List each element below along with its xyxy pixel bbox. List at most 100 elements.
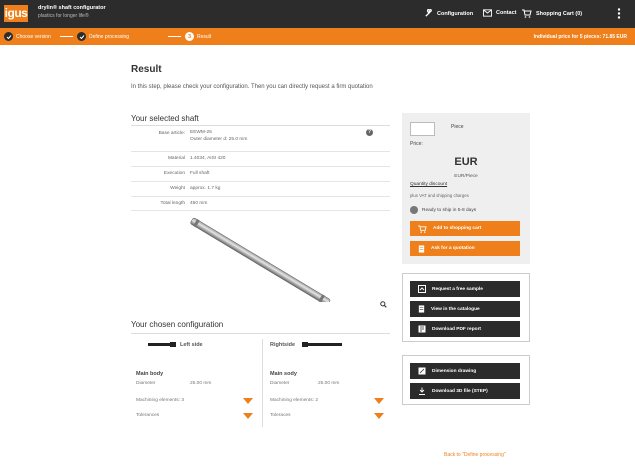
right-diameter-value: 25.00 mm <box>318 381 340 386</box>
spec-row-base-article: Base article: EEWM-25 Outer diameter d: … <box>131 128 390 151</box>
spec-value: 1.4034, AISI 420 <box>190 156 226 161</box>
spec-row-material: Material 1.4034, AISI 420 <box>131 151 390 166</box>
expand-arrow-icon[interactable] <box>374 398 384 404</box>
left-diameter-value: 25.00 mm <box>190 381 212 386</box>
left-end-shaft-icon <box>148 342 176 347</box>
column-divider <box>262 339 263 427</box>
download-3d-icon <box>419 387 425 395</box>
help-icon[interactable]: ? <box>366 129 373 136</box>
price-per-piece: EUR/Piece <box>454 174 478 179</box>
spec-row-execution: Execution Full shaft <box>131 166 390 181</box>
left-diameter-label: Diameter <box>136 381 156 386</box>
left-side-label: Left side <box>180 342 203 348</box>
left-tolerances[interactable]: Tolerances <box>136 413 159 418</box>
spec-value: approx. 1.7 kg <box>190 186 221 191</box>
download-pdf-label: Download PDF report <box>432 326 482 332</box>
step-label: Result <box>197 33 212 40</box>
nav-shopping-cart-label: Shopping Cart (0) <box>536 10 583 17</box>
right-machining-elements[interactable]: Machining elements: 2 <box>270 398 318 403</box>
spec-label: Weight <box>170 186 185 191</box>
nav-configuration-label: Configuration <box>437 10 474 17</box>
quantity-discount-link[interactable]: Quantity discount <box>410 182 447 187</box>
price-currency: EUR <box>454 156 478 168</box>
individual-price-note: Individual price for 5 pieces: 71.85 EUR <box>533 34 627 40</box>
expand-arrow-icon[interactable] <box>243 413 253 419</box>
pdf-icon <box>418 325 426 333</box>
shaft-illustration <box>190 217 331 302</box>
spec-value-detail: Outer diameter d: 25.0 mm <box>190 137 248 142</box>
expand-arrow-icon[interactable] <box>243 398 253 404</box>
intro-text: In this step, please check your configur… <box>131 84 373 90</box>
divider <box>131 333 390 334</box>
igus-logo[interactable]: igus <box>4 5 28 22</box>
spec-label: Material <box>167 156 185 161</box>
expand-arrow-icon[interactable] <box>374 413 384 419</box>
ask-quotation-label: Ask for a quotation <box>431 246 475 251</box>
app-subtitle: plastics for longer life® <box>38 13 89 19</box>
spec-row-weight: Weight approx. 1.7 kg <box>131 181 390 196</box>
download-step-button[interactable]: Download 3D file (STEP) <box>410 383 520 399</box>
spec-value: Full shaft <box>190 171 210 176</box>
step-connector <box>60 36 73 37</box>
step-connector <box>168 36 181 37</box>
spec-label: Total length <box>160 201 185 206</box>
app-title: drylin® shaft configurator <box>38 5 106 11</box>
kebab-menu-icon[interactable] <box>617 8 621 19</box>
cart-icon <box>522 9 532 18</box>
right-end-shaft-icon <box>302 342 342 347</box>
right-side-label: Rightside <box>270 342 296 348</box>
zoom-icon[interactable] <box>380 301 387 308</box>
check-icon <box>77 32 86 41</box>
step-label: Define processing <box>89 33 130 40</box>
top-bar: igus drylin® shaft configurator plastics… <box>0 0 635 28</box>
right-main-body-label: Main sody <box>270 371 297 377</box>
right-tolerances[interactable]: Toleraces <box>270 413 291 418</box>
step-bar: Choose version Define processing 3 Resul… <box>0 28 635 45</box>
dimension-drawing-label: Dimension drawing <box>432 368 477 374</box>
quantity-input[interactable] <box>410 122 435 136</box>
spec-value: EEWM-25 <box>190 130 212 135</box>
nav-shopping-cart[interactable]: Shopping Cart (0) <box>522 9 582 18</box>
shipping-status-label: Ready to ship in 5-8 days <box>422 207 477 213</box>
back-to-define-processing-link[interactable]: Back to "Define processing" <box>444 452 506 458</box>
vat-note: plus VAT and shipping charges <box>410 193 469 198</box>
spec-value: 450 mm <box>190 201 208 206</box>
spec-label: Execution <box>163 171 185 176</box>
step-define-processing[interactable]: Define processing <box>77 32 129 41</box>
left-main-body-label: Main body <box>136 371 164 377</box>
chosen-configuration-heading: Your chosen configuration <box>131 320 224 329</box>
download-step-label: Download 3D file (STEP) <box>432 388 488 394</box>
request-sample-button[interactable]: Request a free sample <box>410 281 520 297</box>
divider <box>131 125 390 126</box>
nav-contact[interactable]: Contact <box>483 9 516 17</box>
mail-icon <box>483 9 492 17</box>
page-title: Result <box>131 64 162 75</box>
check-icon <box>4 32 13 41</box>
add-to-cart-label: Add to shopping cart <box>433 226 482 231</box>
dimension-drawing-button[interactable]: Dimension drawing <box>410 363 520 379</box>
spec-label: Base article: <box>158 131 185 136</box>
nav-configuration[interactable]: Configuration <box>424 9 473 18</box>
right-diameter-label: Diameter <box>270 381 290 386</box>
request-sample-label: Request a free sample <box>432 286 483 292</box>
step-choose-version[interactable]: Choose version <box>4 32 51 41</box>
wrench-icon <box>425 9 432 17</box>
clock-icon <box>410 206 418 214</box>
download-pdf-button[interactable]: Download PDF report <box>410 321 520 337</box>
step-number: 3 <box>185 32 194 41</box>
document-icon <box>418 244 425 253</box>
add-to-cart-button[interactable]: Add to shopping cart <box>410 221 520 236</box>
nav-contact-label: Contact <box>496 10 517 16</box>
catalogue-icon <box>418 305 425 313</box>
shipping-status: Ready to ship in 5-8 days <box>410 206 476 214</box>
step-result[interactable]: 3 Result <box>185 32 211 41</box>
ask-quotation-button[interactable]: Ask for a quotation <box>410 241 520 256</box>
sample-icon <box>418 285 426 293</box>
drawing-icon <box>418 367 426 375</box>
left-machining-elements[interactable]: Machining elements: 3 <box>136 398 184 403</box>
step-label: Choose version <box>16 33 51 40</box>
cart-icon <box>418 224 427 233</box>
piece-label: Piece <box>451 124 464 130</box>
spec-row-total-length: Total length 450 mm <box>131 196 390 211</box>
view-catalogue-button[interactable]: View in the catalogue <box>410 301 520 317</box>
